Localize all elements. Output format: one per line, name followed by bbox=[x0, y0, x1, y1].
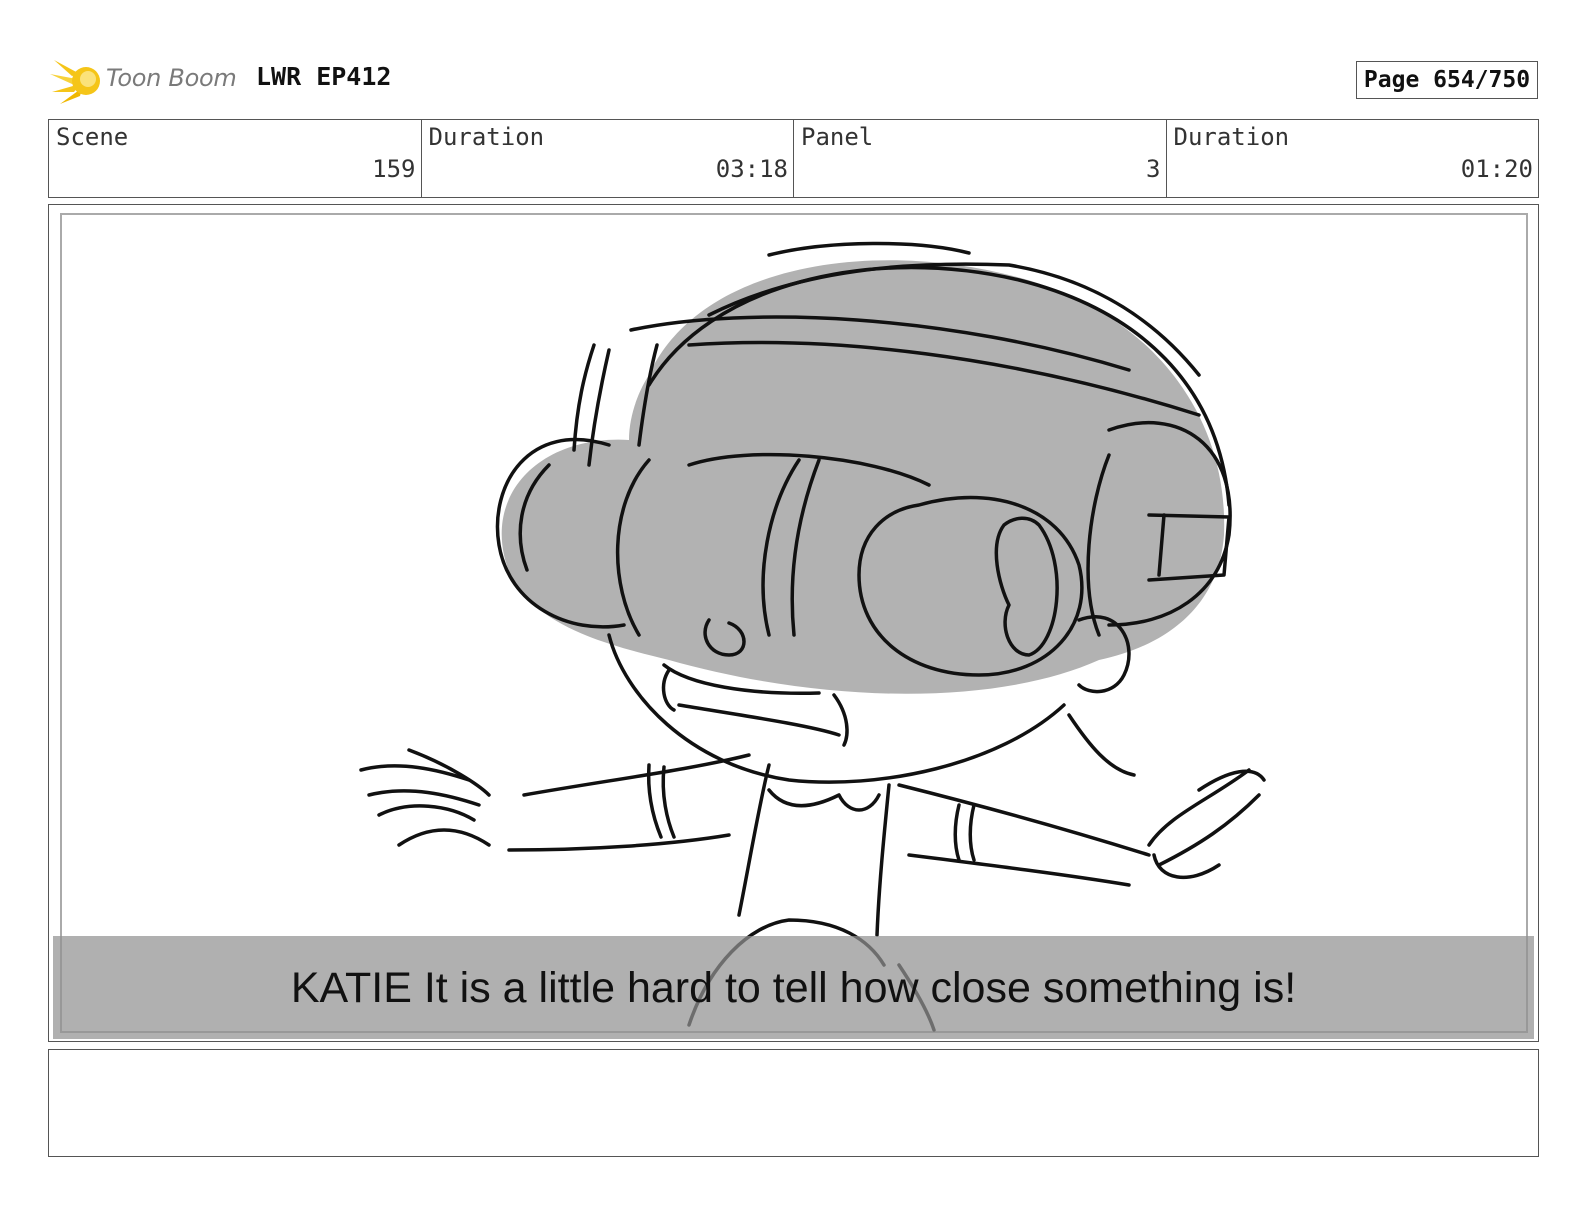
dialogue-caption-bar: KATIE It is a little hard to tell how cl… bbox=[53, 936, 1534, 1039]
scene-value: 159 bbox=[372, 155, 416, 183]
panel-duration-cell: Duration 01:20 bbox=[1167, 120, 1539, 197]
scene-cell: Scene 159 bbox=[49, 120, 422, 197]
notes-box bbox=[48, 1049, 1539, 1157]
scene-duration-cell: Duration 03:18 bbox=[422, 120, 794, 197]
page-indicator: Page 654/750 bbox=[1356, 61, 1538, 99]
toon-boom-logo: Toon Boom bbox=[50, 54, 250, 108]
storyboard-panel: KATIE It is a little hard to tell how cl… bbox=[48, 204, 1539, 1042]
panel-duration-label: Duration bbox=[1173, 123, 1290, 151]
storyboard-sketch bbox=[359, 241, 1266, 1032]
project-title: LWR EP412 bbox=[256, 62, 392, 91]
scene-duration-label: Duration bbox=[428, 123, 545, 151]
dialogue-caption: KATIE It is a little hard to tell how cl… bbox=[290, 964, 1297, 1012]
scene-label: Scene bbox=[56, 123, 129, 151]
panel-cell: Panel 3 bbox=[794, 120, 1167, 197]
panel-duration-value: 01:20 bbox=[1460, 155, 1533, 183]
scene-info-row: Scene 159 Duration 03:18 Panel 3 Duratio… bbox=[48, 119, 1539, 198]
panel-label: Panel bbox=[801, 123, 874, 151]
panel-value: 3 bbox=[1146, 155, 1161, 183]
logo-text: Toon Boom bbox=[106, 64, 237, 92]
flame-icon bbox=[50, 60, 100, 104]
headset-shape bbox=[501, 260, 1225, 694]
scene-duration-value: 03:18 bbox=[715, 155, 788, 183]
